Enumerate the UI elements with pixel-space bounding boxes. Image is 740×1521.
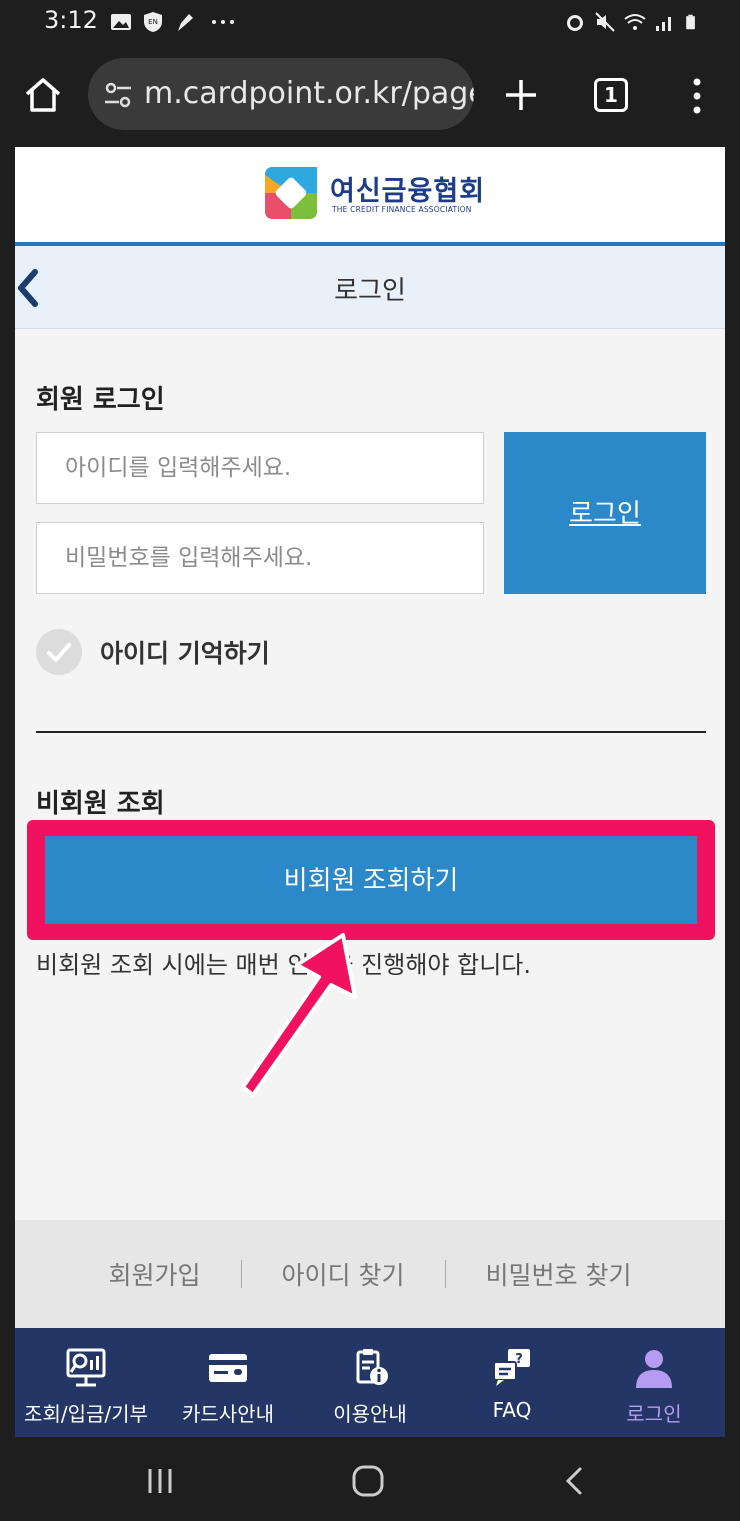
nav-item-faq[interactable]: ? FAQ: [441, 1328, 583, 1437]
logo-subtitle: THE CREDIT FINANCE ASSOCIATION: [332, 205, 472, 214]
nav-label-inquiry: 조회/입금/기부: [24, 1402, 148, 1426]
signal-icon: [656, 17, 671, 31]
checkmark-icon[interactable]: [36, 629, 82, 675]
nav-item-usage-guide[interactable]: 이용안내: [299, 1328, 441, 1437]
web-page: 여신금융협회 THE CREDIT FINANCE ASSOCIATION 로그…: [15, 147, 725, 1437]
more-vert-icon[interactable]: [688, 76, 706, 116]
nav-label-usage-guide: 이용안내: [333, 1402, 407, 1426]
svg-text:EN: EN: [148, 18, 158, 26]
find-id-link[interactable]: 아이디 찾기: [242, 1256, 445, 1292]
system-navigation-bar: [0, 1437, 740, 1521]
recent-apps-icon[interactable]: [142, 1463, 178, 1499]
phone-screen: 3:12 EN m.cardpoint.or.kr/page 1 여신금융협회 …: [0, 0, 740, 1521]
info-clipboard-icon: [356, 1349, 388, 1385]
id-input[interactable]: [36, 432, 484, 504]
site-settings-icon[interactable]: [104, 82, 132, 108]
nav-item-card-companies[interactable]: 카드사안내: [157, 1328, 299, 1437]
url-text: m.cardpoint.or.kr/page: [144, 76, 474, 111]
back-icon[interactable]: [556, 1463, 592, 1499]
new-tab-icon[interactable]: [500, 74, 542, 116]
wifi-icon: [624, 14, 646, 30]
guest-lookup-button[interactable]: 비회원 조회하기: [45, 836, 697, 924]
card-icon: [209, 1354, 247, 1382]
user-icon: [636, 1350, 672, 1388]
site-header: 여신금융협회 THE CREDIT FINANCE ASSOCIATION: [15, 147, 725, 243]
search-chart-icon: [66, 1348, 106, 1387]
nav-item-login[interactable]: 로그인: [583, 1328, 725, 1437]
remember-id-checkbox[interactable]: 아이디 기억하기: [36, 629, 270, 675]
browser-toolbar: m.cardpoint.or.kr/page 1: [0, 44, 740, 144]
image-icon: [111, 14, 131, 30]
mute-icon: [595, 12, 615, 32]
guest-lookup-title: 비회원 조회: [36, 789, 165, 819]
status-bar: 3:12 EN: [0, 0, 740, 44]
battery-icon: [686, 14, 695, 30]
nav-item-inquiry[interactable]: 조회/입금/기부: [15, 1328, 157, 1437]
logo-title: 여신금융협회: [330, 176, 486, 207]
more-dots-icon: [212, 20, 234, 24]
alarm-icon: [567, 15, 583, 31]
signup-link[interactable]: 회원가입: [69, 1256, 241, 1292]
tab-switcher-button[interactable]: 1: [594, 78, 628, 112]
pen-icon: [178, 14, 193, 31]
nav-label-faq: FAQ: [492, 1398, 532, 1422]
find-password-link[interactable]: 비밀번호 찾기: [446, 1256, 672, 1292]
login-button[interactable]: 로그인: [504, 432, 706, 594]
logo-icon[interactable]: [265, 167, 317, 219]
shield-icon: EN: [144, 12, 162, 32]
bottom-navigation: 조회/입금/기부 카드사안내 이용안내 ? FAQ 로그인: [15, 1328, 725, 1437]
title-bar: 로그인: [15, 246, 725, 329]
member-login-title: 회원 로그인: [36, 385, 165, 415]
nav-label-card-companies: 카드사안내: [182, 1402, 274, 1426]
faq-icon: ?: [493, 1349, 530, 1386]
home-icon[interactable]: [22, 74, 64, 116]
status-time: 3:12: [44, 6, 98, 34]
guest-lookup-highlight: 비회원 조회하기: [27, 820, 715, 940]
pointer-arrow-icon: [241, 933, 357, 1097]
address-bar[interactable]: m.cardpoint.or.kr/page: [88, 58, 474, 130]
home-button-icon[interactable]: [350, 1463, 386, 1499]
password-input[interactable]: [36, 522, 484, 594]
page-title: 로그인: [334, 276, 406, 306]
footer-links: 회원가입 아이디 찾기 비밀번호 찾기: [15, 1220, 725, 1328]
nav-label-login: 로그인: [626, 1402, 682, 1426]
section-divider: [36, 731, 706, 733]
remember-id-label: 아이디 기억하기: [100, 639, 270, 668]
